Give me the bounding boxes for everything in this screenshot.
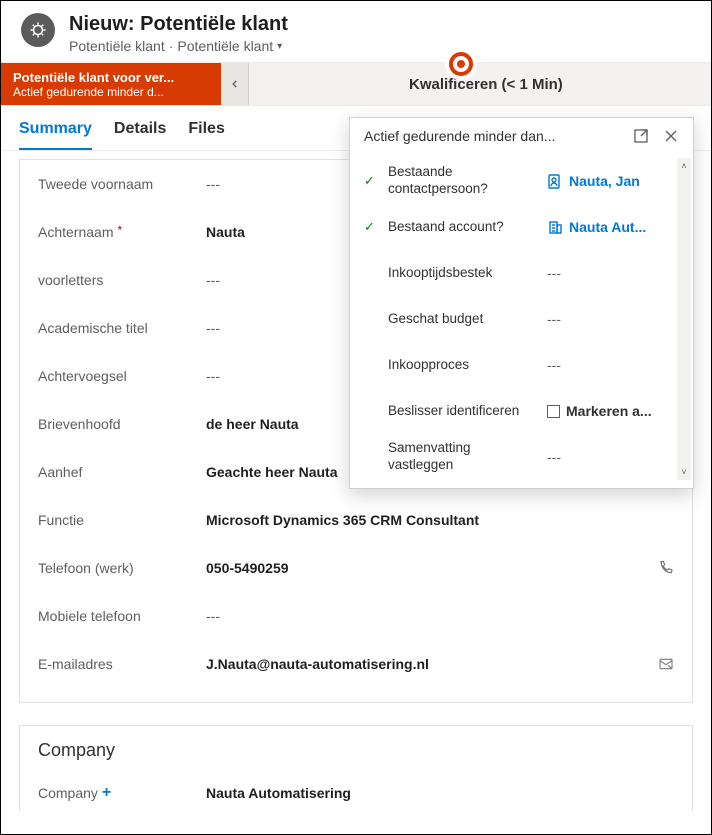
process-stage-bar: Potentiële klant voor ver... Actief gedu…: [1, 62, 711, 106]
flyout-scrollbar[interactable]: ˄ ˅: [677, 158, 691, 480]
field-label: E-mailadres: [38, 656, 206, 672]
required-mark: *: [117, 224, 122, 236]
step-label: Inkoopproces: [388, 357, 539, 374]
entity-icon: [21, 13, 55, 47]
scroll-up-icon[interactable]: ˄: [677, 158, 691, 174]
section-title-company: Company: [38, 726, 674, 769]
tab-details[interactable]: Details: [114, 120, 166, 150]
step-label: Geschat budget: [388, 311, 539, 328]
stage-active[interactable]: Potentiële klant voor ver... Actief gedu…: [1, 63, 221, 105]
recommended-mark: +: [102, 785, 111, 801]
step-inkooptijdsbestek[interactable]: Inkooptijdsbestek ---: [364, 250, 689, 296]
step-label: Bestaand account?: [388, 219, 539, 236]
step-value[interactable]: Markeren a...: [547, 403, 665, 419]
step-bestaande-contactpersoon[interactable]: ✓ Bestaande contactpersoon? Nauta, Jan: [364, 158, 689, 204]
step-value[interactable]: ---: [547, 449, 665, 465]
check-icon: ✓: [364, 173, 380, 189]
flyout-title: Actief gedurende minder dan...: [364, 128, 555, 144]
field-label: Achternaam*: [38, 224, 206, 240]
target-icon: [449, 52, 473, 76]
stage-next[interactable]: Kwalificeren (< 1 Min): [249, 63, 711, 105]
field-label: Tweede voornaam: [38, 176, 206, 192]
field-label: Functie: [38, 512, 206, 528]
email-icon[interactable]: [658, 656, 674, 672]
field-label: Academische titel: [38, 320, 206, 336]
phone-icon[interactable]: [658, 560, 674, 576]
step-label: Samenvatting vastleggen: [388, 440, 539, 474]
tab-summary[interactable]: Summary: [19, 120, 92, 150]
account-lookup-icon: [547, 219, 563, 235]
breadcrumb-item-2: Potentiële klant: [177, 38, 273, 54]
field-label: voorletters: [38, 272, 206, 288]
field-value[interactable]: ---: [206, 608, 674, 624]
step-label: Bestaande contactpersoon?: [388, 164, 539, 198]
stage-active-sub: Actief gedurende minder d...: [13, 85, 209, 99]
close-icon[interactable]: [663, 128, 679, 144]
record-header: Nieuw: Potentiële klant Potentiële klant…: [1, 1, 711, 62]
flyout-header: Actief gedurende minder dan...: [350, 118, 693, 154]
step-value[interactable]: ---: [547, 357, 665, 373]
field-company[interactable]: Company+ Nauta Automatisering: [38, 769, 674, 811]
chevron-down-icon[interactable]: ▾: [277, 41, 282, 52]
step-beslisser-identificeren[interactable]: Beslisser identificeren Markeren a...: [364, 388, 689, 434]
breadcrumb-item-1: Potentiële klant: [69, 38, 165, 54]
tab-files[interactable]: Files: [188, 120, 224, 150]
contact-lookup-icon: [547, 173, 563, 189]
check-icon: ✓: [364, 219, 380, 235]
field-value[interactable]: Nauta Automatisering: [206, 785, 674, 801]
field-label: Mobiele telefoon: [38, 608, 206, 624]
step-samenvatting-vastleggen[interactable]: Samenvatting vastleggen ---: [364, 434, 689, 480]
step-value[interactable]: ---: [547, 311, 665, 327]
stage-flyout: Actief gedurende minder dan... ˄ ˅ ✓ Bes…: [349, 117, 694, 489]
step-value[interactable]: ---: [547, 265, 665, 281]
field-functie[interactable]: Functie Microsoft Dynamics 365 CRM Consu…: [38, 496, 674, 544]
stage-back-button[interactable]: [221, 63, 249, 105]
field-label: Aanhef: [38, 464, 206, 480]
step-bestaand-account[interactable]: ✓ Bestaand account? Nauta Aut...: [364, 204, 689, 250]
field-mobiele-telefoon[interactable]: Mobiele telefoon ---: [38, 592, 674, 640]
step-inkoopproces[interactable]: Inkoopproces ---: [364, 342, 689, 388]
checkbox-icon[interactable]: [547, 405, 560, 418]
field-label: Company+: [38, 785, 206, 801]
field-label: Brievenhoofd: [38, 416, 206, 432]
step-label: Beslisser identificeren: [388, 403, 539, 420]
breadcrumb[interactable]: Potentiële klant · Potentiële klant ▾: [69, 38, 288, 54]
field-value[interactable]: Microsoft Dynamics 365 CRM Consultant: [206, 512, 674, 528]
dock-icon[interactable]: [633, 128, 649, 144]
step-label: Inkooptijdsbestek: [388, 265, 539, 282]
field-value[interactable]: 050-5490259: [206, 560, 674, 576]
field-label: Achtervoegsel: [38, 368, 206, 384]
field-telefoon-werk[interactable]: Telefoon (werk) 050-5490259: [38, 544, 674, 592]
step-value[interactable]: Nauta Aut...: [547, 219, 665, 235]
field-value[interactable]: J.Nauta@nauta-automatisering.nl: [206, 656, 674, 672]
company-section: Company Company+ Nauta Automatisering: [19, 725, 693, 811]
page-title: Nieuw: Potentiële klant: [69, 13, 288, 36]
field-label: Telefoon (werk): [38, 560, 206, 576]
step-geschat-budget[interactable]: Geschat budget ---: [364, 296, 689, 342]
step-value[interactable]: Nauta, Jan: [547, 173, 665, 189]
stage-active-title: Potentiële klant voor ver...: [13, 70, 209, 85]
flyout-body: ˄ ˅ ✓ Bestaande contactpersoon? Nauta, J…: [350, 154, 693, 488]
scroll-down-icon[interactable]: ˅: [677, 464, 691, 480]
field-emailadres[interactable]: E-mailadres J.Nauta@nauta-automatisering…: [38, 640, 674, 688]
